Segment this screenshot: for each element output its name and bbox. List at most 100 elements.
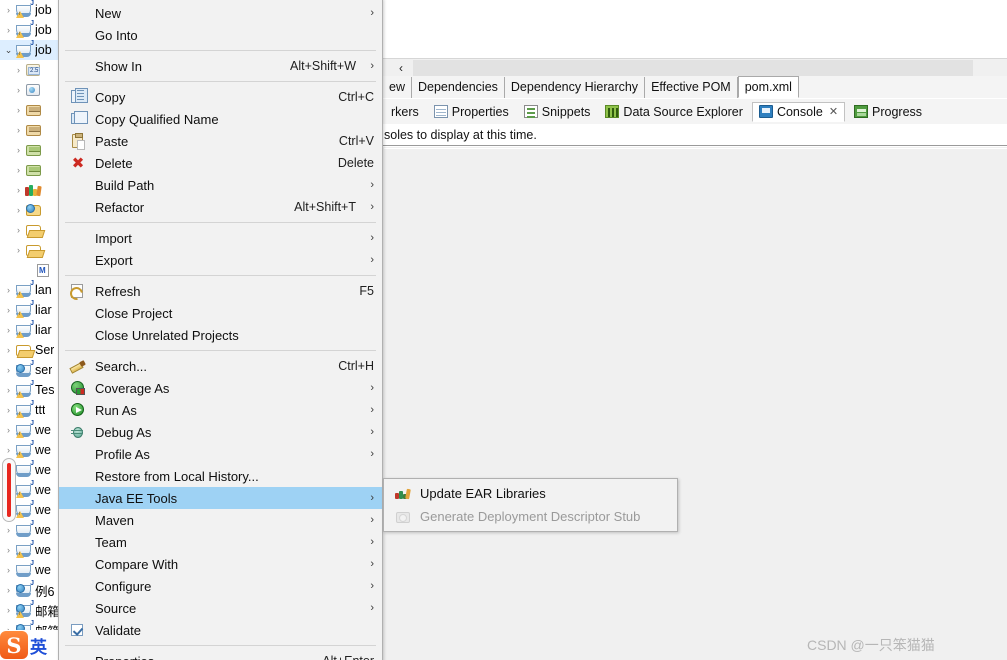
java-ee-tools-submenu[interactable]: Update EAR Libraries Generate Deployment … [383, 478, 678, 532]
close-icon[interactable]: ✕ [829, 105, 838, 118]
menu-item[interactable]: Debug As › [59, 421, 382, 443]
chevron-left-icon[interactable]: ‹ [391, 60, 411, 76]
twisty-collapsed-icon[interactable]: › [2, 405, 15, 415]
tree-vertical-scrollbar[interactable] [2, 458, 16, 522]
menu-item[interactable]: New › [59, 2, 382, 24]
tree-item[interactable]: ›Jjob [0, 0, 60, 20]
menu-item[interactable]: Profile As › [59, 443, 382, 465]
twisty-collapsed-icon[interactable]: › [2, 325, 15, 335]
view-tab[interactable]: Console ✕ [751, 101, 846, 122]
scrollbar-thumb[interactable] [7, 463, 11, 517]
twisty-collapsed-icon[interactable]: › [12, 105, 25, 115]
menu-item[interactable]: Compare With › [59, 553, 382, 575]
ime-mode-indicator[interactable]: 英 [30, 633, 47, 658]
menu-item[interactable]: Close Unrelated Projects [59, 324, 382, 346]
tree-item[interactable]: › [0, 160, 60, 180]
tree-item[interactable]: ›Jwe [0, 520, 60, 540]
tree-item[interactable]: ›JTes [0, 380, 60, 400]
twisty-collapsed-icon[interactable]: › [2, 445, 15, 455]
menu-item[interactable]: Coverage As › [59, 377, 382, 399]
editor-tab[interactable]: ew [383, 77, 412, 98]
twisty-collapsed-icon[interactable]: › [2, 585, 15, 595]
tree-item[interactable]: › Jser [0, 360, 60, 380]
menu-item[interactable]: Paste Ctrl+V [59, 130, 382, 152]
twisty-collapsed-icon[interactable]: › [2, 285, 15, 295]
menu-item[interactable]: Validate [59, 619, 382, 641]
view-tab[interactable]: Progress [848, 102, 928, 122]
ime-status-widget[interactable]: S 英 [0, 630, 62, 660]
tree-item[interactable]: › Ser [0, 340, 60, 360]
menu-item[interactable]: Search... Ctrl+H [59, 355, 382, 377]
tree-item[interactable]: › 2.5 [0, 60, 60, 80]
twisty-collapsed-icon[interactable]: › [12, 205, 25, 215]
twisty-collapsed-icon[interactable]: › [2, 565, 15, 575]
twisty-collapsed-icon[interactable]: › [2, 385, 15, 395]
project-explorer-tree[interactable]: ›Jjob›Jjob⌄Jjob›2.5›››››››››M›Jlan›Jliar… [0, 0, 60, 660]
twisty-collapsed-icon[interactable]: › [12, 165, 25, 175]
twisty-collapsed-icon[interactable]: › [12, 225, 25, 235]
twisty-collapsed-icon[interactable]: › [2, 25, 15, 35]
view-tab[interactable]: Snippets [518, 102, 597, 122]
menu-item[interactable]: Copy Ctrl+C [59, 86, 382, 108]
menu-item[interactable]: Team › [59, 531, 382, 553]
tree-item[interactable]: ›Jwe [0, 440, 60, 460]
tree-item[interactable]: ›Jjob [0, 20, 60, 40]
editor-tab[interactable]: Dependencies [411, 77, 505, 98]
view-tab[interactable]: rkers [385, 102, 425, 122]
twisty-collapsed-icon[interactable]: › [12, 85, 25, 95]
tree-item[interactable]: ›Jwe [0, 540, 60, 560]
menu-item[interactable]: Go Into [59, 24, 382, 46]
tree-item[interactable]: M [0, 260, 60, 280]
editor-tab[interactable]: Effective POM [645, 77, 738, 98]
twisty-collapsed-icon[interactable]: › [2, 605, 15, 615]
tree-item[interactable]: › [0, 120, 60, 140]
twisty-collapsed-icon[interactable]: › [2, 525, 15, 535]
twisty-collapsed-icon[interactable]: › [2, 5, 15, 15]
menu-item[interactable]: Restore from Local History... [59, 465, 382, 487]
menu-item[interactable]: Import › [59, 227, 382, 249]
twisty-collapsed-icon[interactable]: › [2, 545, 15, 555]
tree-item[interactable]: › [0, 200, 60, 220]
menu-item[interactable]: Source › [59, 597, 382, 619]
tree-item[interactable]: ›Jliar [0, 300, 60, 320]
twisty-collapsed-icon[interactable]: › [2, 305, 15, 315]
menu-item[interactable]: Refresh F5 [59, 280, 382, 302]
tree-item[interactable]: › [0, 240, 60, 260]
menu-item[interactable]: ✖ Delete Delete [59, 152, 382, 174]
tree-item[interactable]: ›Jttt [0, 400, 60, 420]
menu-item[interactable]: Update EAR Libraries [384, 482, 677, 505]
menu-item[interactable]: Export › [59, 249, 382, 271]
view-tab[interactable]: Data Source Explorer [599, 102, 749, 122]
menu-item[interactable]: Show In Alt+Shift+W › [59, 55, 382, 77]
twisty-collapsed-icon[interactable]: › [12, 185, 25, 195]
tree-item[interactable]: ›Jwe [0, 560, 60, 580]
twisty-collapsed-icon[interactable]: › [2, 345, 15, 355]
editor-tab[interactable]: Dependency Hierarchy [504, 77, 646, 98]
menu-item[interactable]: Copy Qualified Name [59, 108, 382, 130]
tree-item[interactable]: ›Jwe [0, 420, 60, 440]
editor-tab[interactable]: pom.xml [737, 76, 799, 98]
tree-item[interactable]: ⌄Jjob [0, 40, 60, 60]
twisty-collapsed-icon[interactable]: › [12, 245, 25, 255]
tree-item[interactable]: › [0, 220, 60, 240]
twisty-expanded-icon[interactable]: ⌄ [2, 45, 15, 55]
menu-item[interactable]: Refactor Alt+Shift+T › [59, 196, 382, 218]
menu-item[interactable]: Run As › [59, 399, 382, 421]
tree-item[interactable]: ›J邮箱 [0, 600, 60, 620]
twisty-collapsed-icon[interactable]: › [2, 365, 15, 375]
menu-item[interactable]: Properties Alt+Enter [59, 650, 382, 660]
menu-item[interactable]: Java EE Tools › [59, 487, 382, 509]
menu-item[interactable]: Build Path › [59, 174, 382, 196]
menu-item[interactable]: Close Project [59, 302, 382, 324]
twisty-collapsed-icon[interactable]: › [2, 425, 15, 435]
tree-item[interactable]: › J 例6 [0, 580, 60, 600]
tree-item[interactable]: › [0, 180, 60, 200]
twisty-collapsed-icon[interactable]: › [12, 145, 25, 155]
twisty-collapsed-icon[interactable]: › [12, 125, 25, 135]
project-context-menu[interactable]: New › Go Into Show In Alt+Shift+W › Copy Ctrl+C… [58, 0, 383, 660]
tree-item[interactable]: › [0, 80, 60, 100]
tree-item[interactable]: › [0, 140, 60, 160]
tree-item[interactable]: › [0, 100, 60, 120]
menu-item[interactable]: Maven › [59, 509, 382, 531]
tree-item[interactable]: ›Jliar [0, 320, 60, 340]
